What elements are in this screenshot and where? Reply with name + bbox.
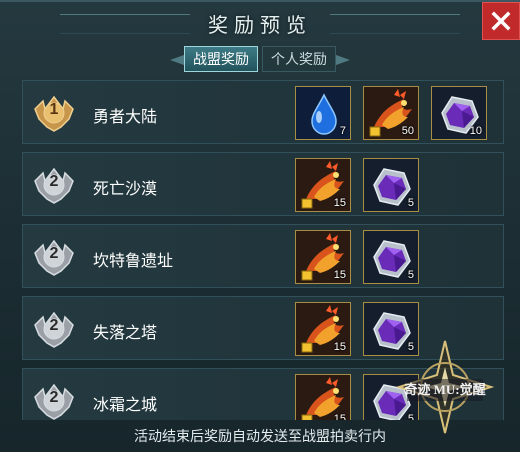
zone-name: 冰霜之城 <box>93 397 158 414</box>
reward-item[interactable]: 50 <box>363 86 419 140</box>
tab-bar: 战盟奖励 个人奖励 <box>0 46 520 74</box>
rank-number: 1 <box>49 101 59 118</box>
reward-item[interactable]: 15 <box>295 158 351 212</box>
reward-items: 15 5 <box>295 158 419 212</box>
close-button[interactable] <box>482 2 520 40</box>
reward-row: 1 勇者大陆 7 50 10 <box>22 80 504 144</box>
reward-quantity: 15 <box>333 269 346 281</box>
rank-number: 2 <box>49 245 59 262</box>
reward-quantity: 5 <box>407 197 414 209</box>
reward-row: 2 死亡沙漠 15 5 <box>22 152 504 216</box>
title-decoration-right <box>330 14 460 34</box>
reward-item[interactable]: 7 <box>295 86 351 140</box>
tab-label: 战盟奖励 <box>193 51 249 67</box>
rank-badge: 1 <box>31 89 77 135</box>
reward-quantity: 10 <box>469 125 482 137</box>
zone-name: 坎特鲁遗址 <box>93 253 174 270</box>
zone-name: 失落之塔 <box>93 325 158 342</box>
reward-quantity: 50 <box>401 125 414 137</box>
logo-text: 奇迹 MU:觉醒 <box>404 382 485 397</box>
reward-item[interactable]: 15 <box>295 302 351 356</box>
reward-item[interactable]: 5 <box>363 158 419 212</box>
reward-item[interactable]: 10 <box>431 86 487 140</box>
reward-items: 7 50 10 <box>295 86 487 140</box>
reward-item[interactable]: 5 <box>363 230 419 284</box>
reward-preview-panel: 奖励预览 战盟奖励 个人奖励 1 勇者大陆 7 50 10 2 死亡沙漠 15 … <box>0 0 520 452</box>
reward-quantity: 5 <box>407 269 414 281</box>
reward-item[interactable]: 15 <box>295 374 351 420</box>
panel-title: 奖励预览 <box>208 14 312 37</box>
title-decoration-left <box>60 14 190 34</box>
rank-badge: 2 <box>31 233 77 279</box>
rank-number: 2 <box>49 317 59 334</box>
reward-items: 15 5 <box>295 230 419 284</box>
reward-quantity: 7 <box>339 125 346 137</box>
tab-label: 个人奖励 <box>271 51 327 67</box>
reward-item[interactable]: 15 <box>295 230 351 284</box>
tab-guild-rewards[interactable]: 战盟奖励 <box>184 46 258 72</box>
reward-quantity: 15 <box>333 197 346 209</box>
zone-name: 勇者大陆 <box>93 109 158 126</box>
game-logo: 奇迹 MU:觉醒 <box>395 340 495 434</box>
reward-quantity: 15 <box>333 341 346 353</box>
rank-badge: 2 <box>31 305 77 351</box>
rank-badge: 2 <box>31 377 77 420</box>
zone-name: 死亡沙漠 <box>93 181 158 198</box>
close-icon <box>491 11 511 31</box>
reward-row: 2 坎特鲁遗址 15 5 <box>22 224 504 288</box>
rank-number: 2 <box>49 173 59 190</box>
reward-quantity: 15 <box>333 413 346 420</box>
tab-personal-rewards[interactable]: 个人奖励 <box>262 46 336 72</box>
rank-badge: 2 <box>31 161 77 207</box>
rank-number: 2 <box>49 389 59 406</box>
title-bar: 奖励预览 <box>0 2 520 44</box>
